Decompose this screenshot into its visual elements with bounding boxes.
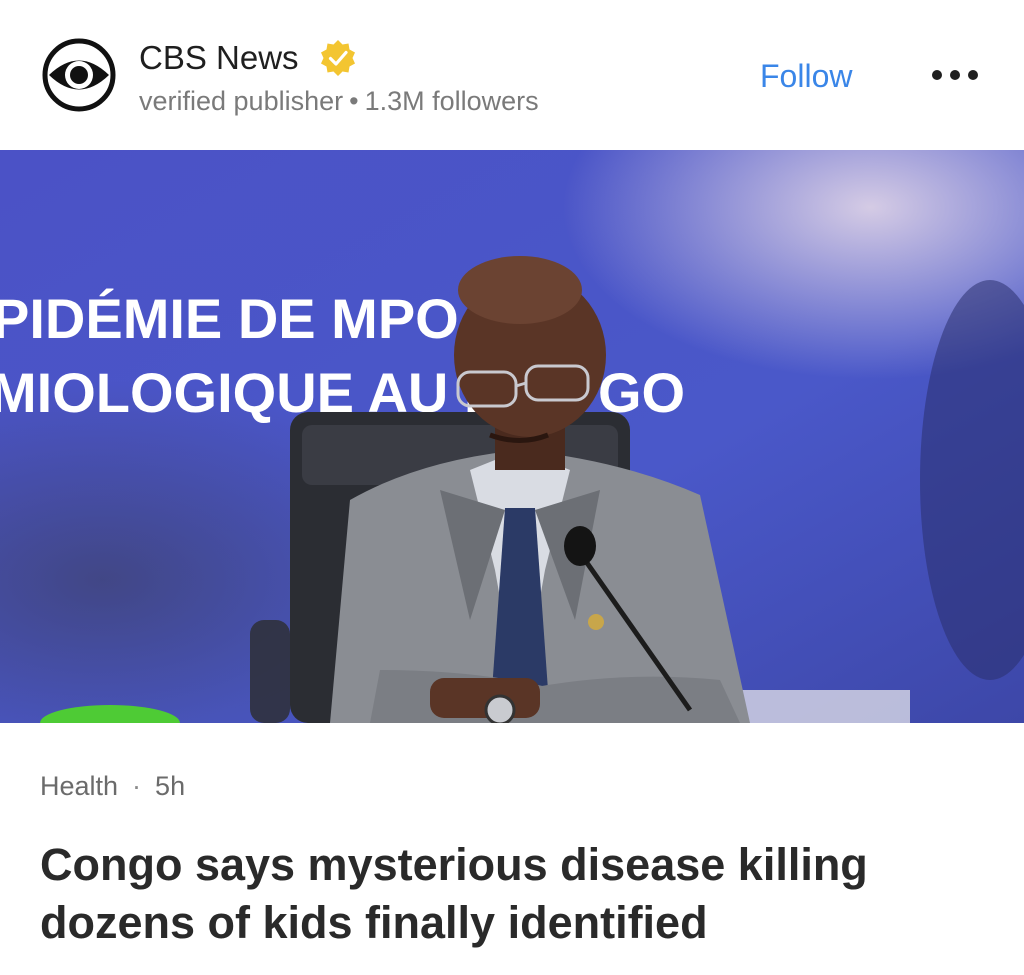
verified-publisher-label: verified publisher <box>139 86 344 116</box>
meta-dot: · <box>132 771 142 801</box>
article-image[interactable]: PIDÉMIE DE MPO MIOLOGIQUE AU K GO <box>0 150 1024 723</box>
publisher-meta: verified publisher • 1.3M followers <box>139 84 539 118</box>
publisher-name[interactable]: CBS News <box>139 38 299 78</box>
more-dots-icon[interactable] <box>928 62 982 88</box>
category-label[interactable]: Health <box>40 771 118 801</box>
follower-count: 1.3M followers <box>364 86 539 116</box>
publisher-header: CBS News verified publisher • 1.3M followe… <box>0 0 1024 150</box>
article-headline[interactable]: Congo says mysterious disease killing do… <box>40 836 1000 952</box>
article-age: 5h <box>155 771 186 801</box>
article-meta: Health · 5h <box>40 768 185 804</box>
cbs-eye-icon[interactable] <box>42 38 116 112</box>
backdrop-text-line1: PIDÉMIE DE MPO <box>0 287 459 350</box>
follow-button[interactable]: Follow <box>760 56 852 96</box>
meta-separator: • <box>349 86 359 116</box>
verified-badge-icon <box>318 38 358 78</box>
